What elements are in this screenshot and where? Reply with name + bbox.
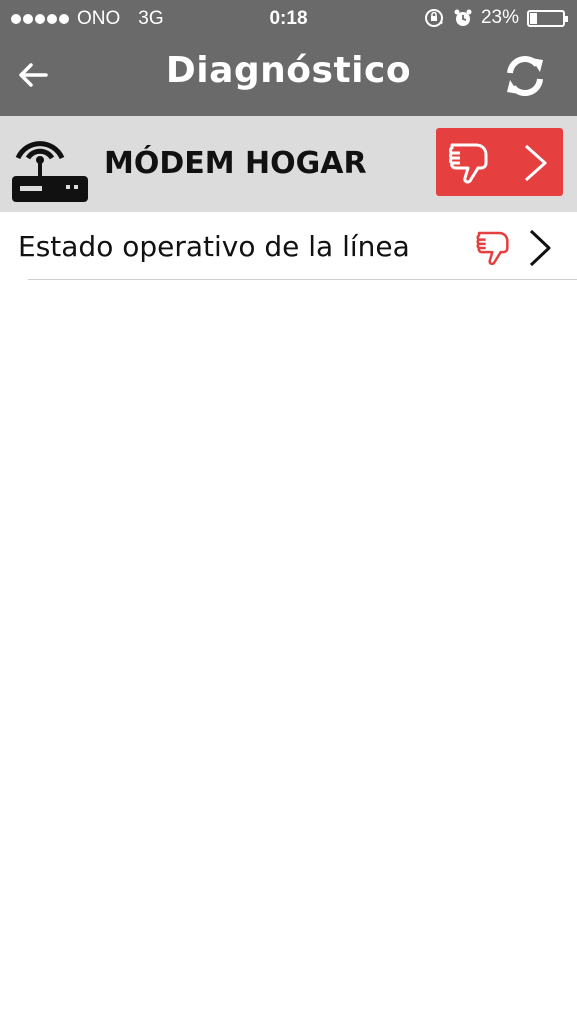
row-label: Estado operativo de la línea [18, 230, 410, 263]
status-right: 23% [423, 7, 568, 29]
battery-percent: 23% [480, 7, 519, 28]
list-item[interactable]: Estado operativo de la línea [0, 212, 577, 280]
chevron-right-icon [524, 144, 547, 182]
page-title: Diagnóstico [165, 50, 412, 91]
section-title: MÓDEM HOGAR [104, 146, 367, 181]
thumbs-down-icon [476, 231, 509, 266]
section-status-button[interactable] [436, 128, 563, 196]
nav-bar: Diagnóstico [0, 36, 577, 116]
refresh-icon[interactable] [501, 52, 549, 100]
alarm-icon [454, 9, 472, 26]
rotation-lock-icon [424, 9, 443, 27]
modem-icon [12, 141, 88, 202]
battery-icon [527, 9, 568, 27]
row-divider [28, 279, 577, 280]
status-bar: ONO 3G 0:18 23% [0, 0, 577, 36]
section-header: MÓDEM HOGAR [0, 116, 577, 212]
thumbs-down-icon [449, 143, 488, 184]
chevron-right-icon [529, 229, 551, 267]
